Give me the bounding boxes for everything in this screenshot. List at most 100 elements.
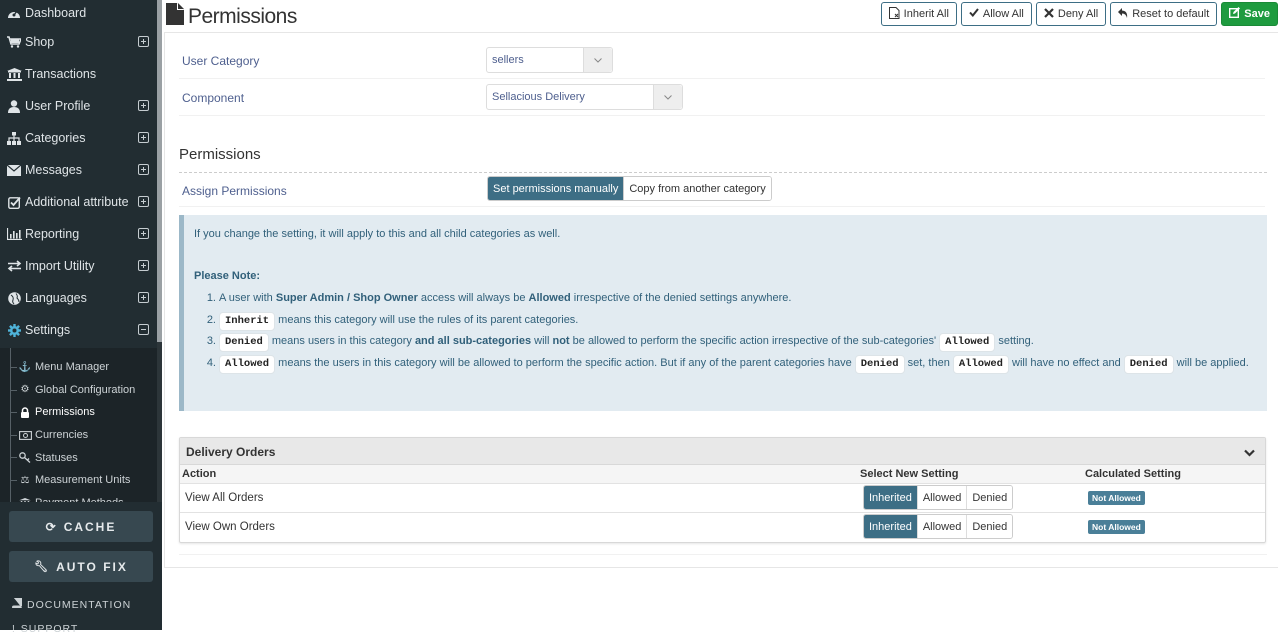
- expand-plus-icon[interactable]: [138, 36, 149, 47]
- submenu-item-label: Measurement Units: [35, 474, 131, 487]
- option-denied[interactable]: Denied: [966, 486, 1013, 509]
- note-text: means users in this category: [268, 335, 415, 347]
- sidebar-item-label: Languages: [25, 291, 87, 305]
- save-button[interactable]: Save: [1221, 2, 1278, 26]
- expand-plus-icon[interactable]: [138, 292, 149, 303]
- table-row: View All Orders Inherited Allowed Denied…: [180, 483, 1265, 513]
- submenu-item-label: Statuses: [35, 451, 78, 464]
- cache-button[interactable]: ⟳ CACHE: [9, 511, 153, 542]
- page-title: Permissions: [166, 3, 297, 31]
- copy-from-category-option[interactable]: Copy from another category: [623, 177, 771, 200]
- note-text: access will always be: [417, 292, 529, 304]
- option-allowed[interactable]: Allowed: [916, 515, 967, 539]
- sidebar-item-transactions[interactable]: Transactions: [0, 58, 157, 90]
- item-number: 1.: [206, 292, 216, 304]
- code-badge: Denied: [1123, 354, 1174, 374]
- submenu-item-permissions[interactable]: Permissions: [0, 401, 157, 424]
- sidebar-item-additional-attribute[interactable]: Additional attribute: [0, 186, 157, 218]
- exchange-icon: [6, 259, 22, 273]
- deny-all-button[interactable]: Deny All: [1035, 2, 1107, 26]
- set-manually-option[interactable]: Set permissions manually: [488, 177, 624, 200]
- expand-plus-icon[interactable]: [138, 260, 149, 271]
- submenu-item-menu-manager[interactable]: ⚓ Menu Manager: [0, 356, 157, 379]
- user-icon: [6, 99, 22, 113]
- submenu-item-payment-methods[interactable]: Payment Methods: [0, 492, 157, 502]
- column-header-select-new-setting: Select New Setting: [860, 465, 1085, 484]
- component-row: Component Sellacious Delivery: [179, 79, 1265, 116]
- submenu-item-currencies[interactable]: Currencies: [0, 424, 157, 447]
- option-inherited[interactable]: Inherited: [864, 515, 917, 539]
- support-link[interactable]: ! SUPPORT: [12, 623, 78, 635]
- expand-plus-icon[interactable]: [138, 196, 149, 207]
- chevron-down-icon: [653, 85, 682, 109]
- permissions-panel: User Category sellers Component Sellacio…: [164, 32, 1278, 568]
- chevron-down-icon: [583, 48, 612, 72]
- sidebar-item-messages[interactable]: Messages: [0, 154, 157, 186]
- note-bold: and all sub-categories: [414, 335, 532, 347]
- deny-all-label: Deny All: [1057, 8, 1099, 20]
- bar-chart-icon: [6, 227, 22, 241]
- support-icon: !: [12, 623, 16, 635]
- sidebar-item-label: Import Utility: [25, 259, 95, 273]
- sidebar-item-languages[interactable]: Languages: [0, 282, 157, 314]
- chevron-down-icon[interactable]: [1244, 446, 1255, 460]
- code-badge: Denied: [854, 354, 905, 374]
- inherit-all-button[interactable]: Inherit All: [880, 2, 957, 26]
- note-text: A user with: [219, 292, 276, 304]
- sidebar-item-label: Categories: [25, 131, 86, 145]
- save-label: Save: [1244, 8, 1270, 20]
- sidebar: Dashboard Shop Transactions User Profile…: [0, 0, 162, 635]
- documentation-label: DOCUMENTATION: [27, 598, 132, 611]
- submenu-item-statuses[interactable]: Statuses: [0, 446, 157, 469]
- sitemap-icon: [6, 131, 22, 145]
- refresh-icon: ⟳: [45, 519, 58, 534]
- sidebar-item-shop[interactable]: Shop: [0, 26, 157, 58]
- user-category-select[interactable]: sellers: [486, 47, 613, 73]
- auto-fix-button[interactable]: 🔧︎ AUTO FIX: [9, 551, 153, 582]
- sidebar-item-label: Settings: [25, 323, 71, 337]
- sidebar-item-settings[interactable]: Settings: [0, 314, 157, 346]
- submenu-item-label: Currencies: [35, 429, 89, 442]
- cache-label: CACHE: [63, 519, 117, 534]
- user-category-label: User Category: [182, 54, 260, 68]
- collapse-minus-icon[interactable]: [138, 324, 149, 335]
- gears-icon: ⚙: [20, 384, 30, 396]
- submenu-item-global-configuration[interactable]: ⚙ Global Configuration: [0, 379, 157, 402]
- setting-toggle: Inherited Allowed Denied: [863, 514, 1014, 540]
- sidebar-item-user-profile[interactable]: User Profile: [0, 90, 157, 122]
- option-inherited[interactable]: Inherited: [864, 486, 917, 509]
- assign-mode-toggle: Set permissions manually Copy from anoth…: [487, 176, 772, 201]
- key-icon: [18, 452, 32, 464]
- wrench-icon: 🔧︎: [34, 561, 51, 573]
- option-denied[interactable]: Denied: [966, 515, 1013, 539]
- note-bold: not: [552, 335, 570, 347]
- setting-toggle: Inherited Allowed Denied: [863, 485, 1014, 510]
- book-icon: [11, 597, 23, 611]
- sidebar-item-reporting[interactable]: Reporting: [0, 218, 157, 250]
- note-text: means this category will use the rules o…: [275, 313, 579, 326]
- main-content: Permissions Inherit All Allow All Deny A…: [162, 0, 1280, 630]
- option-allowed[interactable]: Allowed: [916, 486, 967, 509]
- sidebar-item-import-utility[interactable]: Import Utility: [0, 250, 157, 282]
- bank-icon: [6, 67, 22, 81]
- sidebar-item-categories[interactable]: Categories: [0, 122, 157, 154]
- expand-plus-icon[interactable]: [138, 228, 149, 239]
- expand-plus-icon[interactable]: [138, 132, 149, 143]
- user-category-value: sellers: [492, 54, 524, 66]
- expand-plus-icon[interactable]: [138, 100, 149, 111]
- note-list: 1. A user with Super Admin / Shop Owner a…: [194, 288, 1254, 374]
- item-number: 3.: [206, 335, 216, 347]
- note-text: be allowed to perform the specific actio…: [569, 335, 940, 347]
- file-inherit-icon: [888, 6, 900, 22]
- documentation-link[interactable]: DOCUMENTATION: [11, 597, 132, 611]
- allow-all-label: Allow All: [982, 8, 1024, 20]
- assign-permissions-label: Assign Permissions: [182, 184, 287, 198]
- expand-plus-icon[interactable]: [138, 164, 149, 175]
- anchor-icon: ⚓: [18, 361, 32, 373]
- permission-group-header[interactable]: Delivery Orders: [180, 438, 1265, 465]
- submenu-item-measurement-units[interactable]: ⚖ Measurement Units: [0, 469, 157, 492]
- sidebar-item-dashboard[interactable]: Dashboard: [0, 0, 157, 26]
- reset-to-default-button[interactable]: Reset to default: [1110, 2, 1218, 26]
- component-select[interactable]: Sellacious Delivery: [486, 84, 683, 110]
- allow-all-button[interactable]: Allow All: [960, 2, 1032, 26]
